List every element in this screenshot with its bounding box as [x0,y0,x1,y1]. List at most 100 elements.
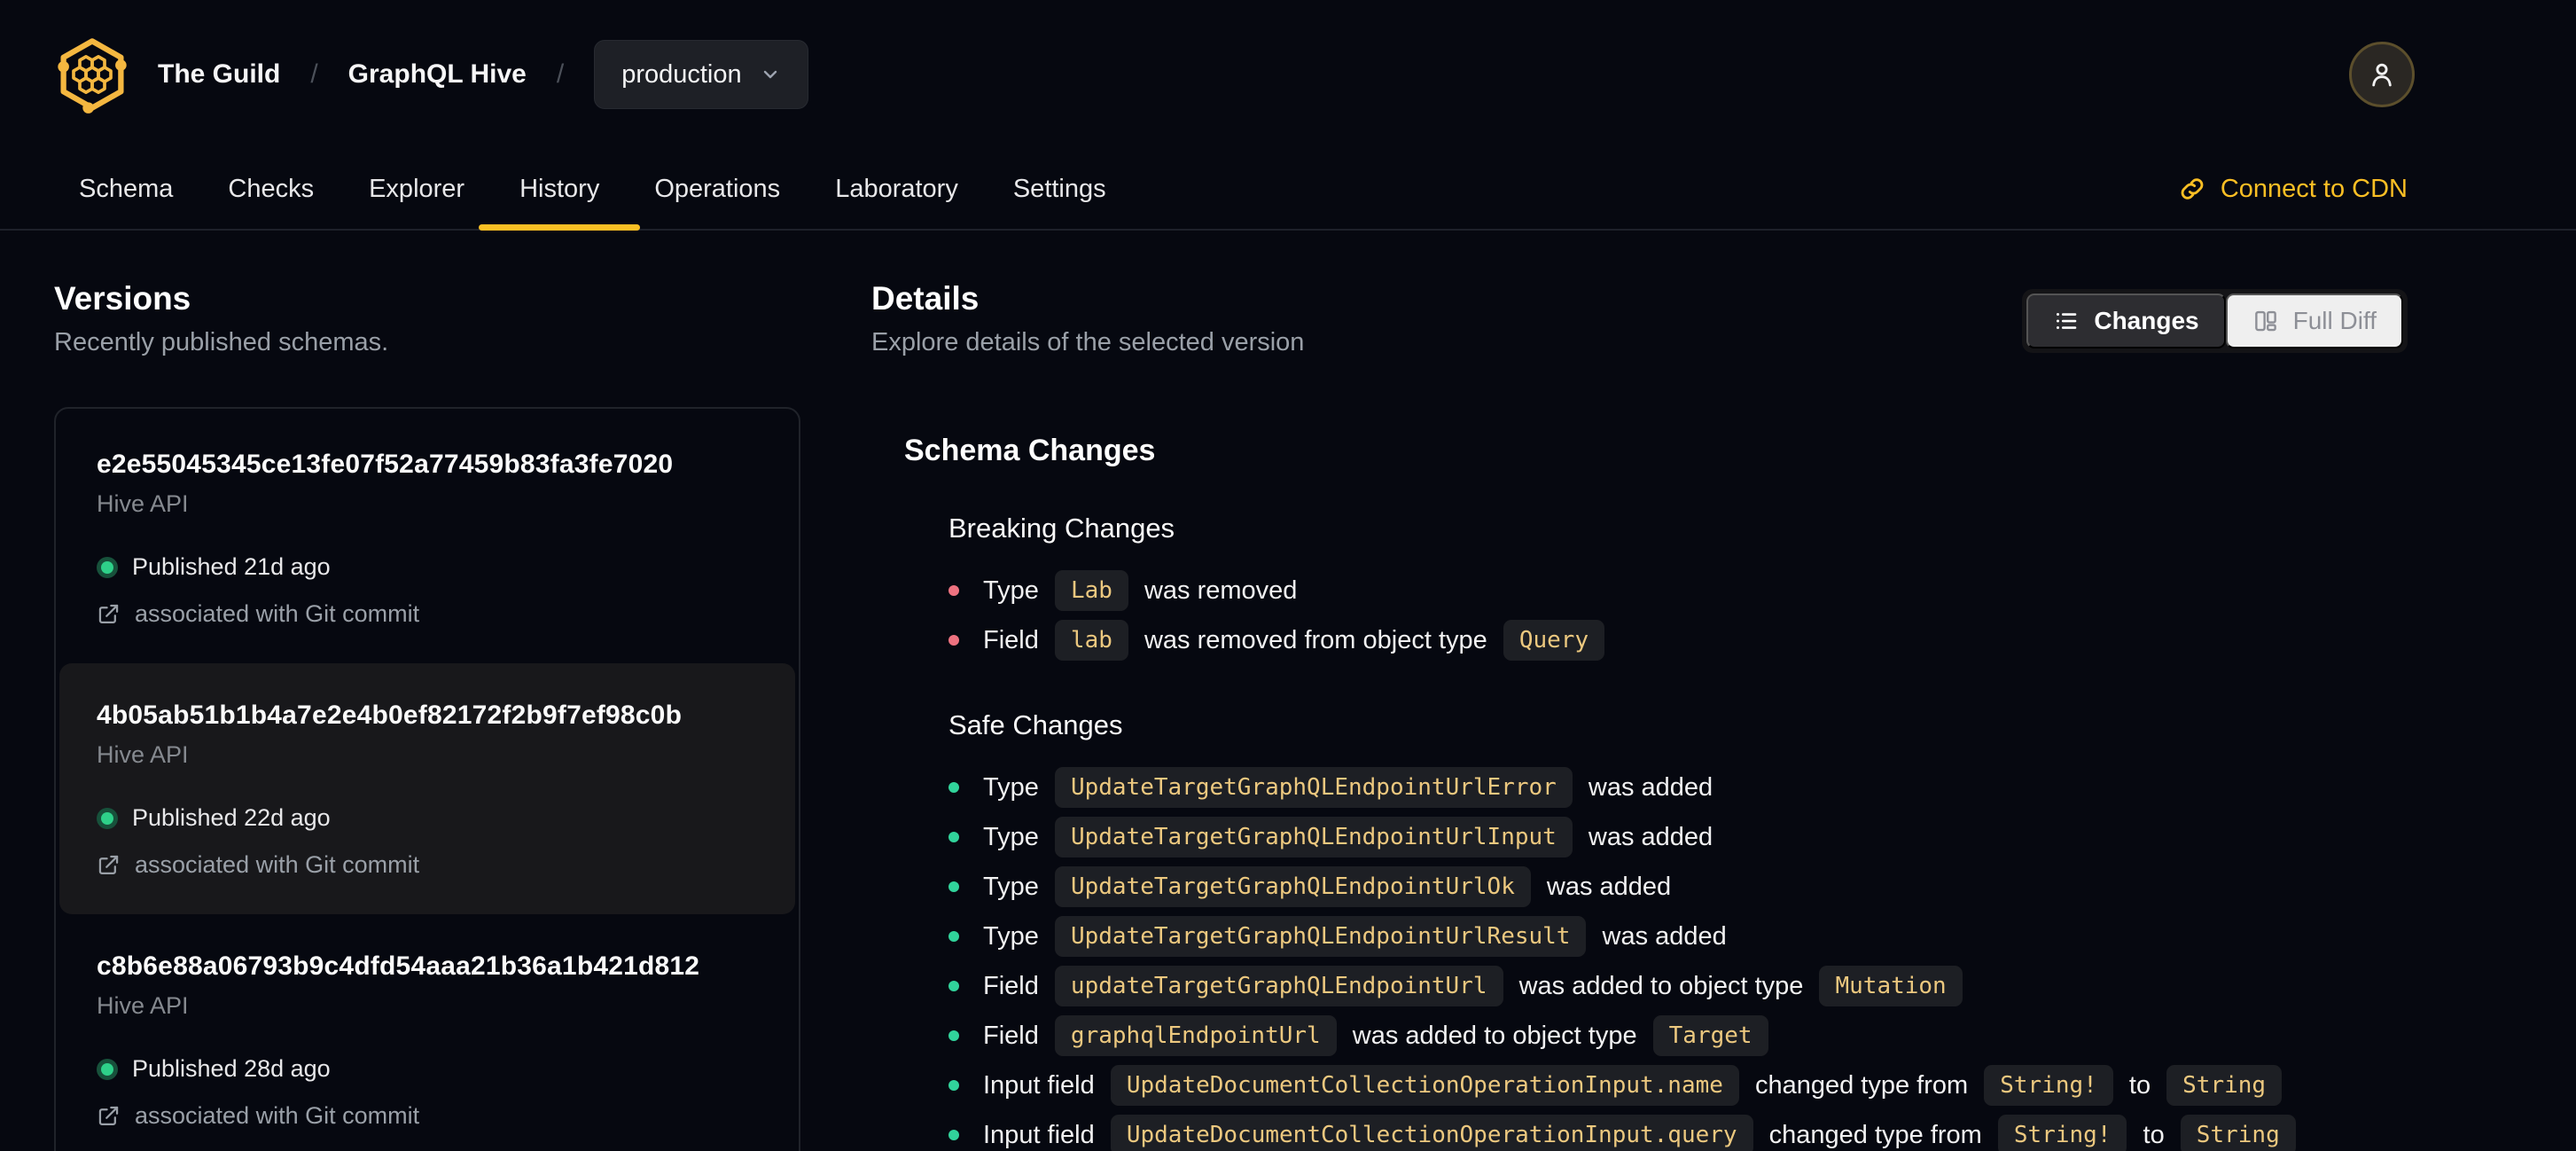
version-status-text: Published 22d ago [132,804,331,831]
git-commit-text: associated with Git commit [135,1102,420,1129]
change-sections: Breaking Changes Type Lab was removed Fiel… [904,513,2408,1151]
version-status-text: Published 21d ago [132,553,331,580]
code-badge: String [2166,1065,2283,1106]
change-section-breaking: Breaking Changes Type Lab was removed Fiel… [948,513,2408,665]
version-status: Published 28d ago [97,1055,760,1083]
change-text: Field [983,971,1046,1000]
nav-tabs: Schema Checks Explorer History Operations Lab… [79,149,1106,231]
git-commit-text: associated with Git commit [135,851,420,878]
version-hash: c8b6e88a06793b9c4dfd54aaa21b36a1b421d812 [97,951,700,981]
change-text: Input field [983,1070,1102,1100]
published-status-dot-inner [101,560,113,574]
code-badge: UpdateDocumentCollectionOperationInput.n… [1110,1065,1739,1106]
change-text: was removed [1136,576,1298,605]
changes-view-button[interactable]: Changes [2026,294,2226,348]
change-text: changed type from [1747,1070,1976,1100]
code-badge: UpdateTargetGraphQLEndpointUrlResult [1054,916,1587,957]
version-card[interactable]: 4b05ab51b1b4a7e2e4b0ef82172f2b9f7ef98c0b… [59,663,795,914]
code-badge: updateTargetGraphQLEndpointUrl [1054,966,1503,1006]
version-service: Hive API [97,992,189,1019]
change-item: Type UpdateTargetGraphQLEndpointUrlOk wa… [948,862,2408,912]
change-item: Type UpdateTargetGraphQLEndpointUrlResul… [948,912,2408,961]
git-commit-link[interactable]: associated with Git commit [97,600,760,628]
git-commit-link[interactable]: associated with Git commit [97,851,760,879]
bullet-list-icon [2053,308,2080,334]
view-toggle: Changes Full Diff [2022,289,2408,353]
change-item: Field graphqlEndpointUrl was added to ob… [948,1011,2408,1061]
link-chain-icon [2178,175,2206,203]
git-commit-link[interactable]: associated with Git commit [97,1102,760,1130]
version-list: e2e55045345ce13fe07f52a77459b83fa3fe7020… [54,407,800,1151]
tab-explorer[interactable]: Explorer [369,149,464,229]
tab-operations[interactable]: Operations [654,149,780,229]
change-text: Type [983,772,1046,802]
change-text: Type [983,576,1046,605]
code-badge: UpdateTargetGraphQLEndpointUrlOk [1054,866,1531,907]
external-link-icon [97,853,121,877]
version-card[interactable]: c8b6e88a06793b9c4dfd54aaa21b36a1b421d812… [59,914,795,1151]
tab-checks[interactable]: Checks [228,149,314,229]
full-diff-view-label: Full Diff [2292,307,2377,334]
bullet-dot [948,881,959,892]
published-status-dot [97,556,118,578]
versions-panel: Versions Recently published schemas. e2e… [54,280,800,1151]
version-status: Published 21d ago [97,553,760,581]
hive-logo-icon[interactable] [55,35,129,114]
code-badge: UpdateTargetGraphQLEndpointUrlError [1054,767,1573,808]
change-text: Type [983,822,1046,851]
breadcrumb-org[interactable]: The Guild [158,59,280,90]
details-title: Details [871,280,980,317]
change-text: Type [983,872,1046,901]
version-service: Hive API [97,490,189,517]
published-status-dot-inner [101,1062,113,1076]
bullet-dot [948,635,959,646]
change-text: changed type from [1761,1120,1989,1149]
change-text: to [2135,1120,2172,1149]
change-item: Field lab was removed from object type Q… [948,615,2408,665]
change-text: was added [1581,822,1713,851]
change-section-safe: Safe Changes Type UpdateTargetGraphQLEndp… [948,709,2408,1151]
changes-view-label: Changes [2094,307,2199,334]
version-hash: 4b05ab51b1b4a7e2e4b0ef82172f2b9f7ef98c0b [97,701,683,730]
section-title: Safe Changes [948,709,1123,740]
git-commit-text: associated with Git commit [135,600,420,627]
breadcrumb-project[interactable]: GraphQL Hive [348,59,527,90]
code-badge: UpdateDocumentCollectionOperationInput.q… [1110,1115,1753,1151]
schema-changes: Schema Changes Breaking Changes Type Lab … [904,434,2408,1151]
avatar[interactable] [2349,42,2415,107]
tab-schema[interactable]: Schema [79,149,173,229]
top-header: The Guild / GraphQL Hive / production [0,0,2576,149]
schema-changes-title: Schema Changes [904,434,1156,467]
bullet-dot [948,931,959,942]
bullet-dot [948,1080,959,1091]
change-item: Type UpdateTargetGraphQLEndpointUrlInput… [948,812,2408,862]
code-badge: String! [1984,1065,2113,1106]
full-diff-view-button[interactable]: Full Diff [2225,294,2403,348]
version-status-text: Published 28d ago [132,1055,331,1082]
details-subtitle: Explore details of the selected version [871,328,1305,356]
change-text: Field [983,1021,1046,1050]
connect-to-cdn-link[interactable]: Connect to CDN [2178,175,2408,204]
environment-selector[interactable]: production [594,40,808,109]
breadcrumb-separator: / [310,59,318,89]
change-item: Input field UpdateDocumentCollectionOper… [948,1110,2408,1151]
change-item: Input field UpdateDocumentCollectionOper… [948,1061,2408,1110]
tab-history[interactable]: History [478,149,641,231]
connect-to-cdn-label: Connect to CDN [2220,174,2408,203]
published-status-dot-inner [101,811,113,825]
environment-selector-value: production [621,59,742,89]
change-text: was added to object type [1345,1021,1644,1050]
tab-laboratory[interactable]: Laboratory [835,149,958,229]
code-badge: lab [1054,620,1128,661]
code-badge: String! [1997,1115,2127,1151]
change-text: was removed from object type [1136,625,1495,654]
code-badge: Mutation [1819,966,1963,1006]
version-card[interactable]: e2e55045345ce13fe07f52a77459b83fa3fe7020… [59,412,795,663]
breadcrumb: The Guild / GraphQL Hive / production [158,40,808,109]
version-status: Published 22d ago [97,804,760,832]
bullet-dot [948,1130,959,1140]
nav-bar: Schema Checks Explorer History Operations Lab… [0,149,2576,231]
code-badge: Lab [1054,570,1128,611]
tab-settings[interactable]: Settings [1013,149,1106,229]
code-badge: Query [1503,620,1605,661]
